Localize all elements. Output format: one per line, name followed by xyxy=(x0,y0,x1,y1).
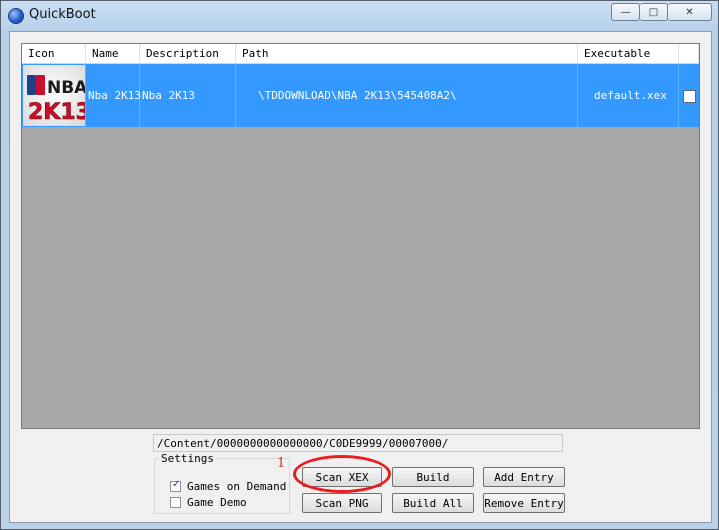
games-on-demand-option[interactable]: ✓ Games on Demand xyxy=(170,479,287,493)
column-path[interactable]: Path xyxy=(236,44,578,63)
row-checkbox[interactable] xyxy=(683,90,696,103)
remove-entry-button[interactable]: Remove Entry xyxy=(483,493,565,513)
minimize-button[interactable]: — xyxy=(611,3,640,21)
checkmark-icon: ✓ xyxy=(172,479,181,490)
list-header: Icon Name Description Path Executable xyxy=(22,44,699,64)
row-path: \TDDOWNLOAD\NBA 2K13\545408A2\ xyxy=(236,64,578,127)
settings-group: Settings ✓ Games on Demand Game Demo xyxy=(154,452,290,514)
column-executable[interactable]: Executable xyxy=(578,44,679,63)
games-on-demand-checkbox[interactable]: ✓ xyxy=(170,479,181,492)
scan-xex-button[interactable]: Scan XEX xyxy=(302,467,382,487)
game-list[interactable]: Icon Name Description Path Executable NB… xyxy=(21,43,700,429)
nba-logo-blue xyxy=(27,75,36,95)
edition-text: 2K13 xyxy=(28,100,85,125)
close-icon: ✕ xyxy=(685,6,694,18)
game-demo-label: Game Demo xyxy=(187,496,247,509)
nba-logo-red xyxy=(36,75,45,95)
row-name: Nba 2K13 xyxy=(86,64,141,127)
annotation-number: 1 xyxy=(277,456,286,471)
game-demo-option[interactable]: Game Demo xyxy=(170,496,247,509)
nba-brand-text: NBA xyxy=(47,78,85,98)
row-executable: default.xex xyxy=(578,64,679,127)
build-all-button[interactable]: Build All xyxy=(392,493,474,513)
add-entry-button[interactable]: Add Entry xyxy=(483,467,565,487)
minimize-icon: — xyxy=(620,6,631,18)
column-description[interactable]: Description xyxy=(140,44,236,63)
title-bar[interactable]: QuickBoot — □ ✕ xyxy=(1,1,718,31)
column-name[interactable]: Name xyxy=(86,44,140,63)
window-title: QuickBoot xyxy=(29,7,96,22)
game-demo-checkbox[interactable] xyxy=(170,497,181,508)
table-row[interactable]: NBA 2K13 Nba 2K13 Nba 2K13 \TDDOWNLOAD\N… xyxy=(22,64,699,127)
column-check xyxy=(679,44,699,63)
settings-legend: Settings xyxy=(159,452,216,465)
app-icon xyxy=(8,8,24,24)
close-button[interactable]: ✕ xyxy=(668,3,712,21)
nba-2k13-logo: NBA 2K13 xyxy=(27,75,85,125)
games-on-demand-label: Games on Demand xyxy=(187,480,287,493)
scan-png-button[interactable]: Scan PNG xyxy=(302,493,382,513)
maximize-button[interactable]: □ xyxy=(640,3,668,21)
content-path-field[interactable]: /Content/0000000000000000/C0DE9999/00007… xyxy=(153,434,563,452)
maximize-icon: □ xyxy=(648,6,659,18)
nba-2k13-icon: NBA 2K13 xyxy=(23,65,85,126)
window-controls: — □ ✕ xyxy=(611,3,712,21)
build-button[interactable]: Build xyxy=(392,467,474,487)
column-icon[interactable]: Icon xyxy=(22,44,86,63)
quickboot-window: QuickBoot — □ ✕ Icon Name Description Pa… xyxy=(0,0,719,530)
client-area: Icon Name Description Path Executable NB… xyxy=(9,31,712,523)
row-description: Nba 2K13 xyxy=(140,64,236,127)
row-icon-cell: NBA 2K13 xyxy=(22,64,86,127)
